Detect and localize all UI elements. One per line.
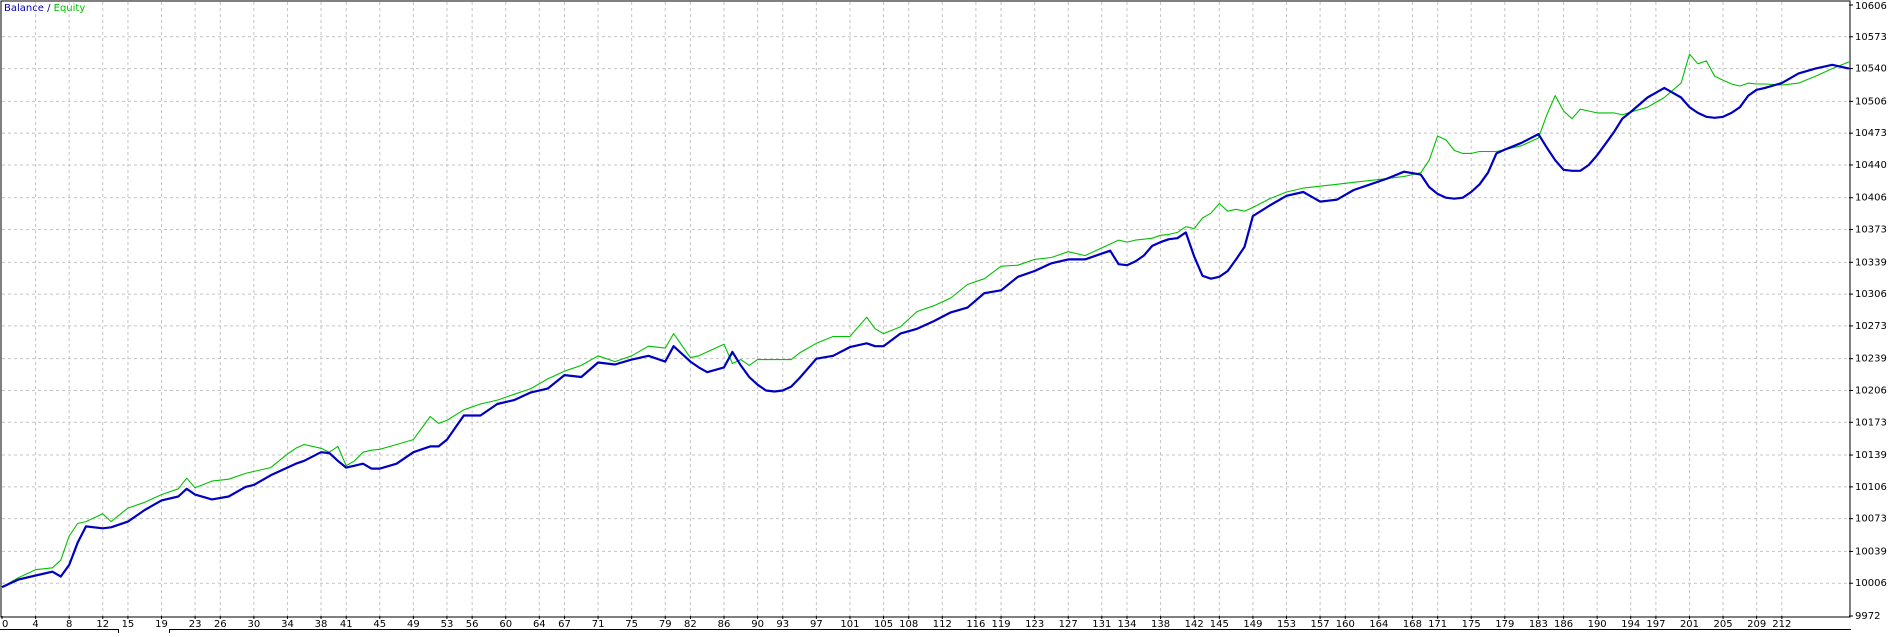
legend-equity: Equity <box>53 3 86 14</box>
y-tick-label: 10339 <box>1855 257 1887 268</box>
y-tick-label: 10406 <box>1855 193 1887 204</box>
y-tick-label: 10473 <box>1855 128 1887 139</box>
y-tick-label: 10206 <box>1855 385 1887 396</box>
y-tick-label: 10573 <box>1855 32 1887 43</box>
y-tick-label: 10306 <box>1855 289 1887 300</box>
y-tick-label: 10139 <box>1855 450 1887 461</box>
y-tick-label: 10606 <box>1855 1 1887 12</box>
chart-canvas: 10606 10573 10540 10506 10473 10440 10406 10373… <box>0 0 1887 630</box>
y-tick-label: 10039 <box>1855 546 1887 557</box>
y-tick-label: 10373 <box>1855 225 1887 236</box>
tab-edge-left <box>118 629 119 633</box>
tab-line-left <box>0 629 118 630</box>
y-tick-label: 10073 <box>1855 514 1887 525</box>
y-tick-label: 10540 <box>1855 64 1887 75</box>
y-tick-label: 10506 <box>1855 96 1887 107</box>
y-tick-label: 10273 <box>1855 321 1887 332</box>
bottom-tab-strip <box>0 627 1891 633</box>
y-axis: 10606 10573 10540 10506 10473 10440 10406 10373… <box>1849 1 1887 622</box>
chart-legend: Balance / Equity <box>4 3 85 14</box>
legend-balance: Balance <box>4 3 44 14</box>
legend-separator: / <box>43 3 54 14</box>
tab-line-right <box>169 629 1851 630</box>
y-tick-label: 10440 <box>1855 160 1887 171</box>
y-tick-label: 10006 <box>1855 578 1887 589</box>
y-tick-label: 10106 <box>1855 482 1887 493</box>
y-tick-label: 10239 <box>1855 354 1887 365</box>
y-tick-label: 10173 <box>1855 417 1887 428</box>
y-tick-label: 9972 <box>1855 611 1880 622</box>
balance-equity-chart: 10606 10573 10540 10506 10473 10440 10406 10373… <box>0 0 1891 633</box>
